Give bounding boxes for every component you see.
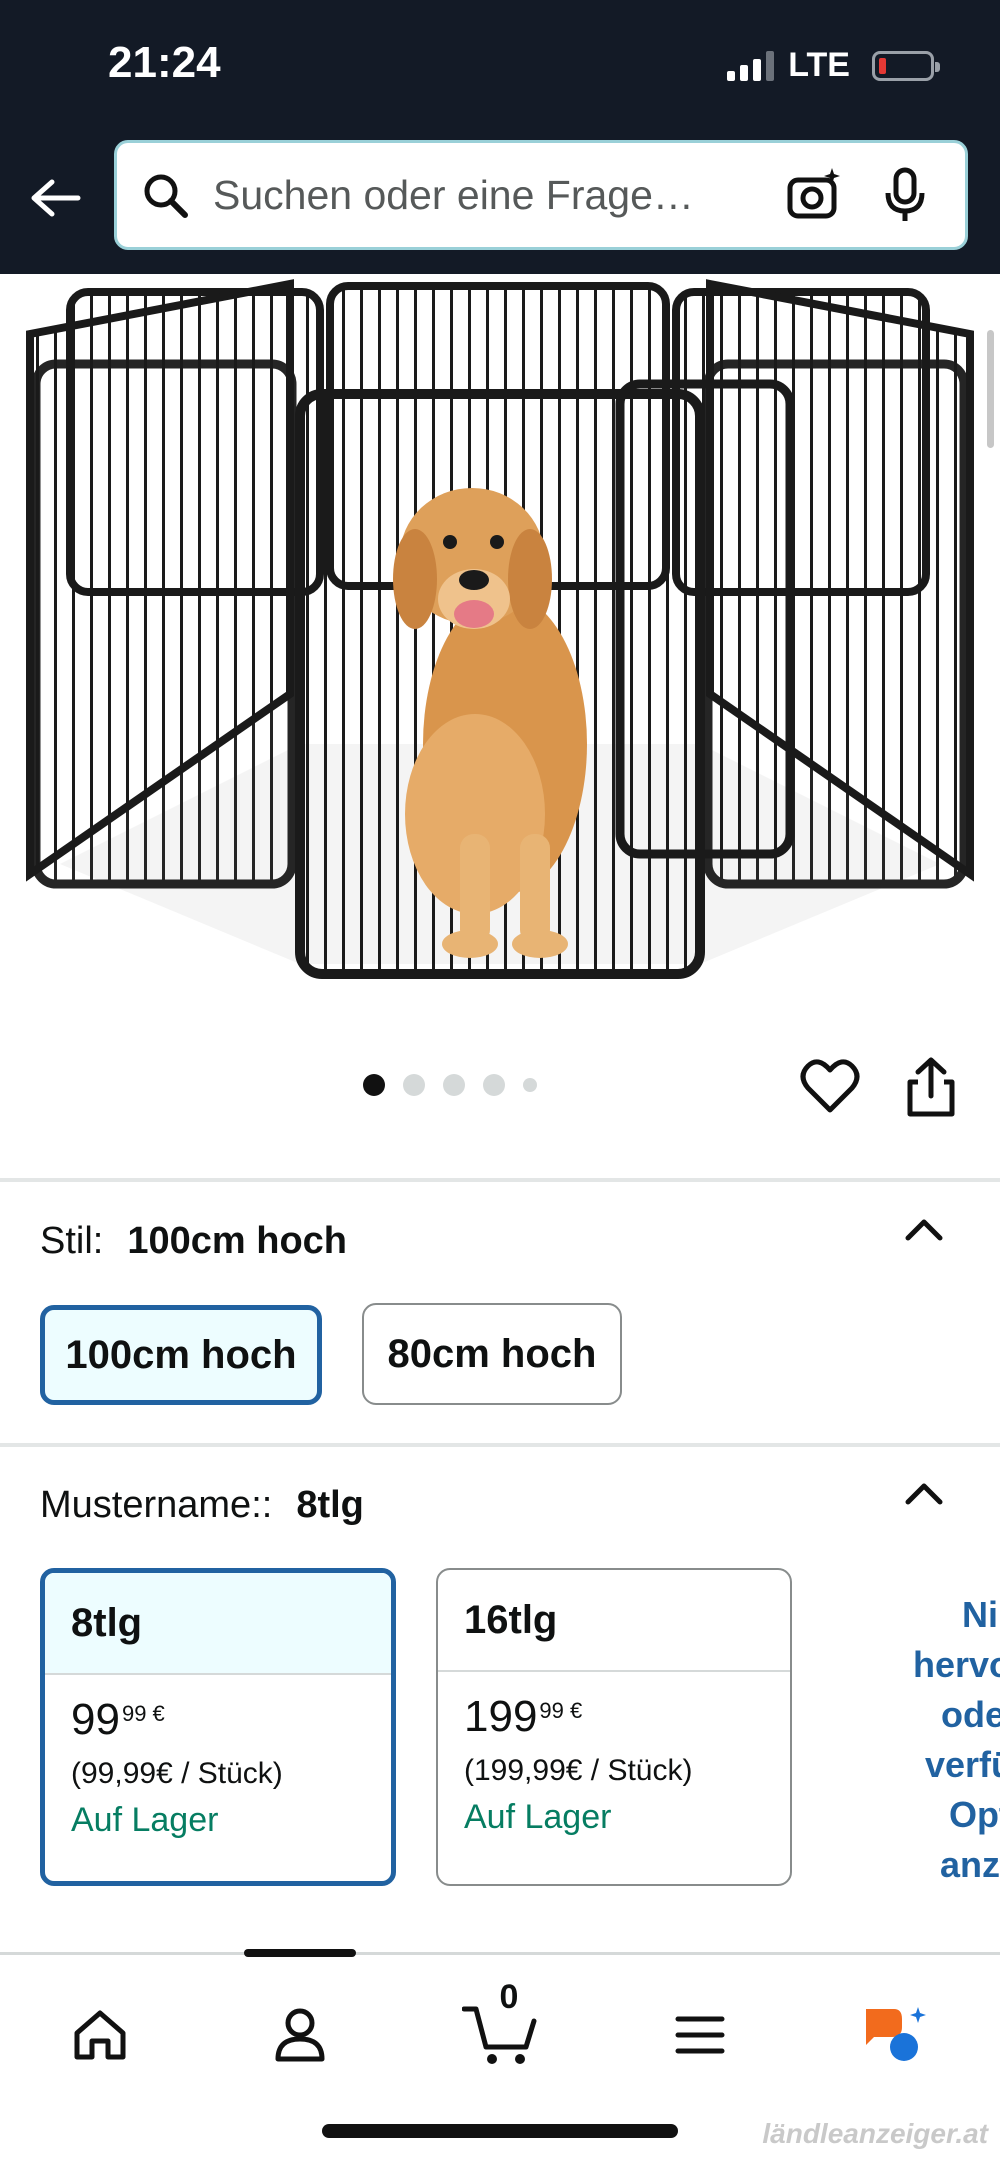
back-button[interactable] <box>28 170 84 226</box>
hamburger-menu-icon <box>675 2016 725 2054</box>
option-name: 8tlg <box>45 1573 391 1675</box>
style-option-100cm[interactable]: 100cm hoch <box>40 1305 322 1405</box>
camera-search-icon[interactable] <box>785 165 845 225</box>
search-input[interactable]: Suchen oder eine Frage… <box>114 140 968 250</box>
note-line: Opt <box>949 1794 1000 1835</box>
battery-icon <box>872 50 940 81</box>
pagination-dot[interactable] <box>363 1074 385 1096</box>
nav-menu[interactable] <box>660 1995 740 2075</box>
divider <box>0 1178 1000 1182</box>
assistant-chat-icon <box>866 2007 926 2061</box>
share-icon <box>907 1057 955 1117</box>
signal-icon <box>727 50 775 81</box>
unit-price: (99,99€ / Stück) <box>71 1757 283 1790</box>
nav-account[interactable] <box>260 1995 340 2075</box>
more-options-note[interactable]: Ni hervorg oder verfüg Opt anze <box>840 1590 1000 1890</box>
pagination-dot[interactable] <box>443 1074 465 1096</box>
price-whole: 99 <box>71 1695 120 1744</box>
home-icon <box>74 2010 126 2060</box>
arrow-left-icon <box>31 179 81 217</box>
style-label-text: Stil: <box>40 1220 104 1262</box>
option-name: 16tlg <box>438 1570 790 1672</box>
microphone-icon[interactable] <box>875 165 935 225</box>
price-fraction: 99 € <box>539 1698 583 1723</box>
user-icon <box>275 2008 325 2062</box>
pattern-selected-value: 8tlg <box>296 1484 364 1526</box>
divider <box>0 1443 1000 1447</box>
style-selected-value: 100cm hoch <box>127 1220 348 1262</box>
option-price: 99 99 € <box>71 1695 365 1745</box>
active-tab-indicator <box>244 1949 356 1957</box>
nav-rufus-assistant[interactable] <box>856 1995 936 2075</box>
price-fraction: 99 € <box>121 1701 165 1726</box>
unit-price: (199,99€ / Stück) <box>464 1754 693 1787</box>
status-time: 21:24 <box>108 38 221 87</box>
network-type: LTE <box>788 46 850 84</box>
pattern-label: Mustername:: 8tlg <box>40 1484 364 1527</box>
home-indicator[interactable] <box>322 2124 678 2138</box>
pattern-option-16tlg[interactable]: 16tlg 199 99 € (199,99€ / Stück) Auf Lage… <box>436 1568 792 1886</box>
stock-status: Auf Lager <box>71 1801 219 1839</box>
stock-status: Auf Lager <box>464 1798 612 1836</box>
app-header: 21:24 LTE Suchen oder eine Frage… <box>0 0 1000 274</box>
note-line: Ni <box>962 1594 998 1635</box>
option-price: 199 99 € <box>464 1692 764 1742</box>
cart-count-badge: 0 <box>499 1978 519 2016</box>
collapse-pattern-button[interactable] <box>904 1478 944 1508</box>
pagination-dot[interactable] <box>523 1078 537 1092</box>
note-line: oder <box>940 1694 1000 1735</box>
pagination-dot[interactable] <box>483 1074 505 1096</box>
collapse-style-button[interactable] <box>904 1214 944 1244</box>
heart-icon <box>800 1059 860 1113</box>
note-line: verfüg <box>924 1744 1000 1785</box>
pattern-label-text: Mustername:: <box>40 1484 273 1526</box>
product-image[interactable] <box>0 274 1000 990</box>
style-label: Stil: 100cm hoch <box>40 1220 347 1263</box>
share-button[interactable] <box>906 1056 966 1120</box>
search-icon <box>139 169 191 221</box>
status-indicators: LTE <box>727 46 940 85</box>
note-line: anze <box>939 1844 1000 1885</box>
wishlist-button[interactable] <box>800 1058 860 1118</box>
search-placeholder: Suchen oder eine Frage… <box>213 171 694 218</box>
pattern-option-8tlg[interactable]: 8tlg 99 99 € (99,99€ / Stück) Auf Lager <box>40 1568 396 1886</box>
style-option-80cm[interactable]: 80cm hoch <box>362 1303 622 1405</box>
watermark: ländleanzeiger.at <box>762 2118 988 2149</box>
chevron-up-icon <box>905 1219 943 1241</box>
pagination-dot[interactable] <box>403 1074 425 1096</box>
note-line: hervorg <box>912 1644 1000 1685</box>
dog-playpen-image <box>26 279 974 979</box>
chevron-up-icon <box>905 1483 943 1505</box>
nav-home[interactable] <box>60 1995 140 2075</box>
scroll-indicator <box>987 330 994 448</box>
price-whole: 199 <box>464 1692 538 1741</box>
